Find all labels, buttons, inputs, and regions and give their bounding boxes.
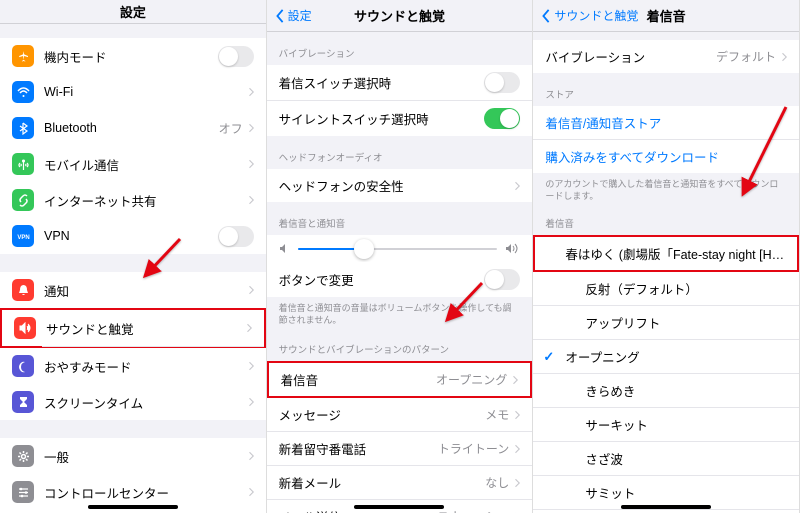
home-indicator (88, 505, 178, 509)
row-headphone-safety[interactable]: ヘッドフォンの安全性 (267, 169, 533, 202)
antenna-icon (12, 153, 34, 175)
settings-root-screen: 設定 機内モードWi-FiBluetoothオフモバイル通信インターネット共有V… (0, 0, 267, 513)
speaker-low-icon (279, 243, 290, 254)
chevron-right-icon (246, 323, 252, 333)
row-link[interactable]: インターネット共有 (0, 182, 266, 218)
row-vibrate-switch[interactable]: 着信スイッチ選択時 (267, 65, 533, 101)
chevron-right-icon (248, 123, 254, 133)
row-speaker[interactable]: サウンドと触覚 (0, 308, 266, 348)
chevron-right-icon (248, 87, 254, 97)
switch[interactable] (484, 72, 520, 93)
row-bluetooth[interactable]: Bluetoothオフ (0, 110, 266, 146)
wifi-icon (12, 81, 34, 103)
chevron-right-icon (512, 375, 518, 385)
home-indicator (354, 505, 444, 509)
chevron-right-icon (248, 285, 254, 295)
section-header-ringtones: 着信音 (533, 212, 799, 235)
row-antenna[interactable]: モバイル通信 (0, 146, 266, 182)
airplane-icon (12, 45, 34, 67)
gear-icon (12, 445, 34, 467)
row-moon[interactable]: おやすみモード (0, 348, 266, 384)
speaker-icon (14, 317, 36, 339)
home-indicator (621, 505, 711, 509)
row-ringtone-option[interactable]: アップリフト (533, 306, 799, 340)
bell-icon (12, 279, 34, 301)
row-gear[interactable]: 一般 (0, 438, 266, 474)
row-wifi[interactable]: Wi-Fi (0, 74, 266, 110)
section-footer: のアカウントで購入した着信音と通知音をすべてダウンロードします。 (533, 173, 799, 212)
vpn-icon: VPN (12, 225, 34, 247)
chevron-right-icon (248, 159, 254, 169)
chevron-right-icon (781, 52, 787, 62)
row-tone-store[interactable]: 着信音/通知音ストア (533, 106, 799, 140)
sounds-haptics-screen: 設定 サウンドと触覚 バイブレーション 着信スイッチ選択時サイレントスイッチ選択… (267, 0, 534, 513)
switch[interactable] (484, 108, 520, 129)
nav-title: サウンドと触覚 (354, 6, 445, 25)
moon-icon (12, 355, 34, 377)
hourglass-icon (12, 391, 34, 413)
volume-slider-row[interactable] (267, 235, 533, 262)
nav-title: 設定 (120, 2, 146, 21)
chevron-right-icon (514, 478, 520, 488)
chevron-right-icon (514, 444, 520, 454)
section-footer: 着信音と通知音の音量はボリュームボタンを操作しても調節されません。 (267, 297, 533, 336)
bluetooth-icon (12, 117, 34, 139)
row-ringtone-option[interactable]: きらめき (533, 374, 799, 408)
chevron-right-icon (248, 397, 254, 407)
row-vpn[interactable]: VPNVPN (0, 218, 266, 254)
nav-back[interactable]: サウンドと触覚 (541, 7, 638, 24)
row-sound-pattern[interactable]: 新着留守番電話トライトーン (267, 432, 533, 466)
nav-bar: 設定 (0, 0, 266, 24)
row-ringtone-option[interactable]: さざ波 (533, 442, 799, 476)
volume-slider[interactable] (298, 248, 498, 250)
chevron-right-icon (248, 361, 254, 371)
section-header-patterns: サウンドとバイブレーションのパターン (267, 336, 533, 361)
row-hourglass[interactable]: スクリーンタイム (0, 384, 266, 420)
section-header-ringer: 着信音と通知音 (267, 202, 533, 235)
checkmark-icon: ✓ (543, 349, 555, 365)
row-sound-pattern[interactable]: メッセージメモ (267, 398, 533, 432)
chevron-right-icon (248, 451, 254, 461)
nav-bar: 設定 サウンドと触覚 (267, 0, 533, 32)
row-ringtone-option[interactable]: 反射（デフォルト） (533, 272, 799, 306)
switch[interactable] (218, 46, 254, 67)
row-custom-ringtone[interactable]: 春はゆく (劇場版「Fate-stay night [Heaven... (533, 235, 799, 272)
row-vibrate-switch[interactable]: サイレントスイッチ選択時 (267, 101, 533, 136)
svg-text:VPN: VPN (17, 235, 29, 241)
nav-bar: サウンドと触覚 着信音 (533, 0, 799, 32)
section-header-headphone: ヘッドフォンオーディオ (267, 136, 533, 169)
speaker-high-icon (505, 243, 520, 254)
row-ringtone-option[interactable]: ✓オープニング (533, 340, 799, 374)
chevron-right-icon (514, 410, 520, 420)
row-sound-pattern[interactable]: 着信音オープニング (267, 361, 533, 398)
nav-title: 着信音 (647, 6, 686, 25)
row-ringtone-option[interactable]: サーキット (533, 408, 799, 442)
chevron-right-icon (248, 487, 254, 497)
sliders-icon (12, 481, 34, 503)
row-change-with-buttons[interactable]: ボタンで変更 (267, 262, 533, 297)
row-sound-pattern[interactable]: 新着メールなし (267, 466, 533, 500)
row-bell[interactable]: 通知 (0, 272, 266, 308)
nav-back[interactable]: 設定 (275, 7, 312, 24)
link-icon (12, 189, 34, 211)
chevron-right-icon (248, 195, 254, 205)
row-download-all[interactable]: 購入済みをすべてダウンロード (533, 140, 799, 173)
chevron-right-icon (514, 181, 520, 191)
section-header-vibration: バイブレーション (267, 32, 533, 65)
section-header-store: ストア (533, 73, 799, 106)
switch[interactable] (218, 226, 254, 247)
ringtone-screen: サウンドと触覚 着信音 バイブレーション デフォルト ストア 着信音/通知音スト… (533, 0, 800, 513)
row-airplane[interactable]: 機内モード (0, 38, 266, 74)
switch[interactable] (484, 269, 520, 290)
row-vibration[interactable]: バイブレーション デフォルト (533, 40, 799, 73)
